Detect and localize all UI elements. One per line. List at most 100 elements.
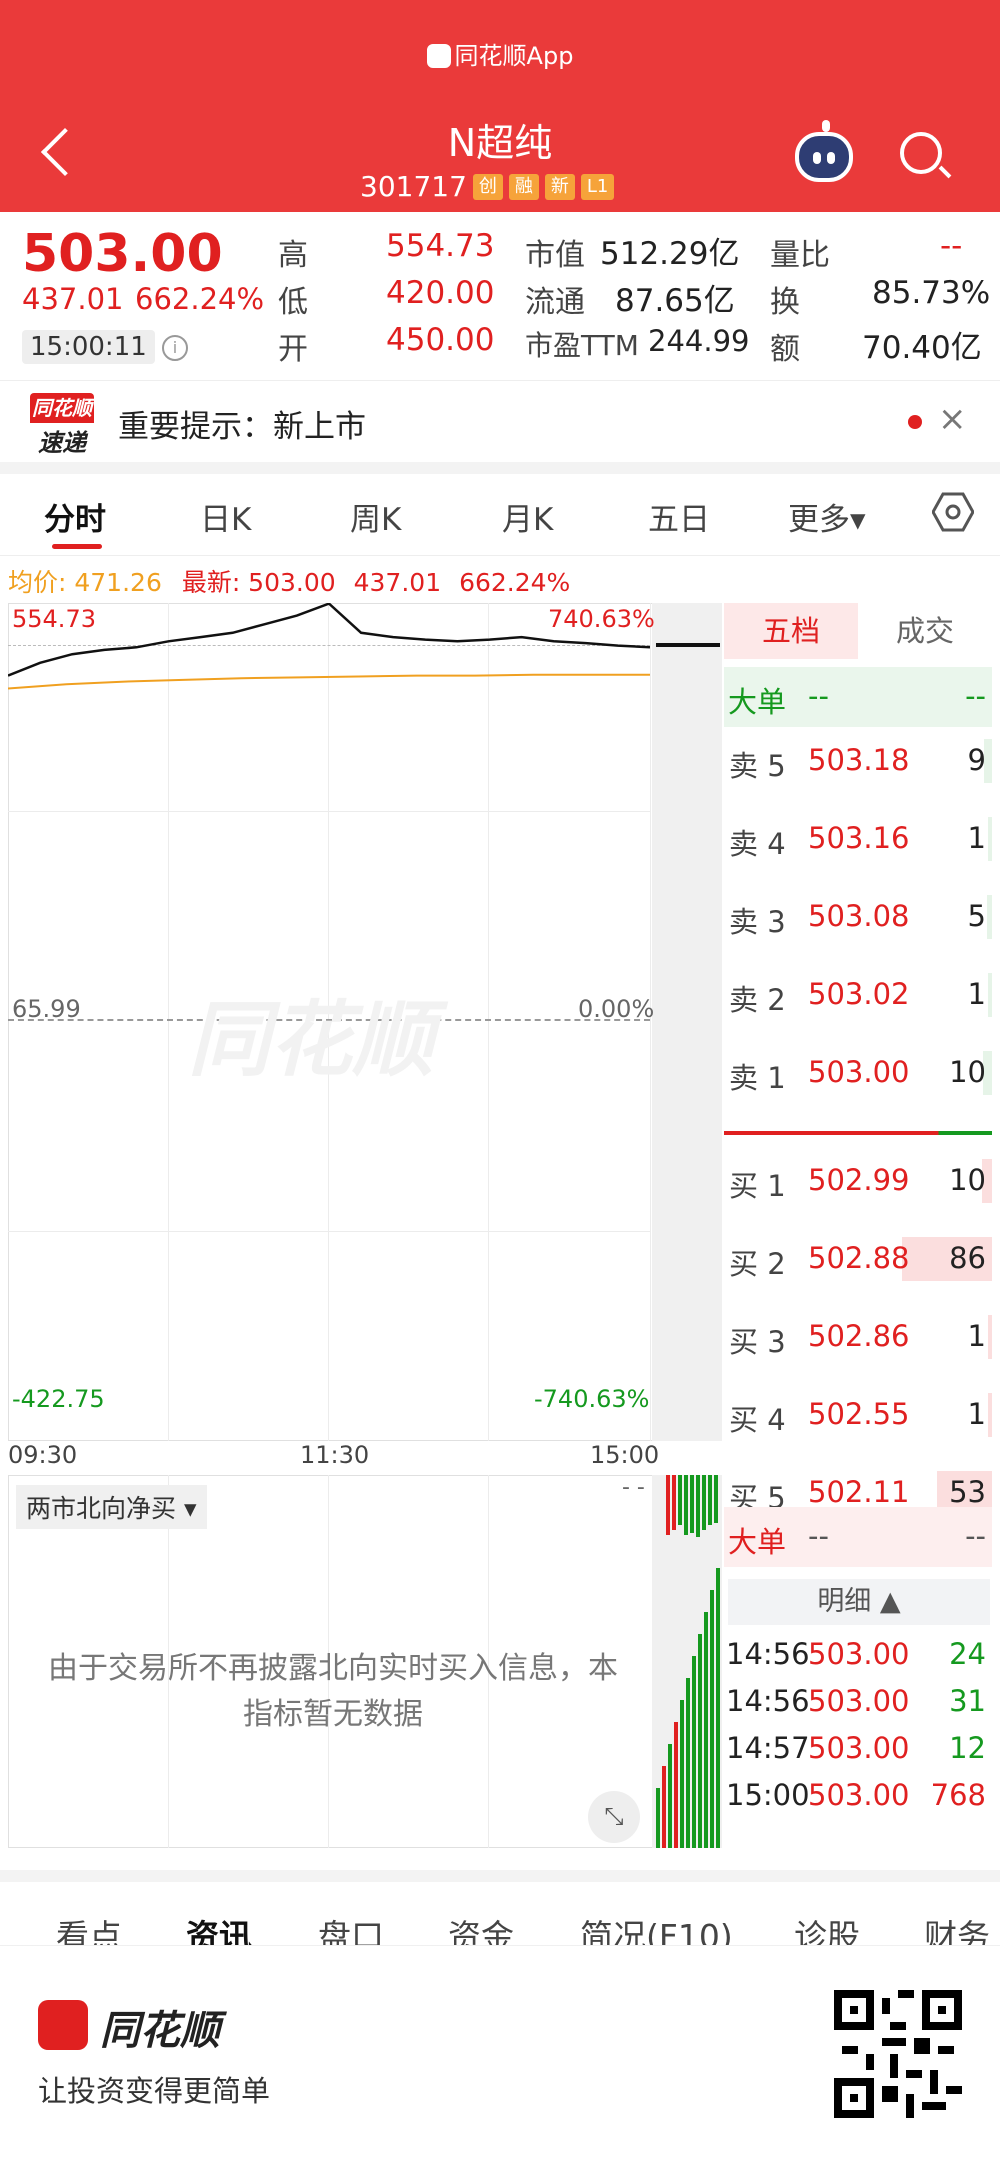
tab-intraday[interactable]: 分时 bbox=[44, 494, 106, 539]
bid-row[interactable]: 买 3 502.86 1 bbox=[724, 1307, 992, 1367]
bid-volume: 1 bbox=[967, 1397, 986, 1431]
volume-bar-top bbox=[684, 1475, 688, 1535]
volume-bar bbox=[988, 817, 992, 861]
bid-row[interactable]: 买 2 502.88 86 bbox=[724, 1229, 992, 1289]
tab-five-day[interactable]: 五日 bbox=[648, 494, 710, 539]
volume-bar-top bbox=[714, 1475, 718, 1523]
bid-row[interactable]: 买 1 502.99 10 bbox=[724, 1151, 992, 1211]
info-icon[interactable]: i bbox=[162, 335, 188, 361]
chart-summary: 均价: 471.26 最新: 503.00 437.01 662.24% bbox=[8, 563, 570, 599]
price-change: 437.01 bbox=[22, 282, 124, 316]
high-label: 高 bbox=[278, 238, 308, 273]
tab-indicator bbox=[52, 544, 102, 549]
tag-rong: 融 bbox=[508, 173, 539, 200]
detail-toggle[interactable]: 明细 ▲ bbox=[728, 1579, 990, 1625]
tab-trades[interactable]: 成交 bbox=[858, 603, 992, 659]
ask-price: 503.00 bbox=[808, 1055, 910, 1089]
latest-change-pct: 662.24% bbox=[459, 568, 571, 597]
low-value: 420.00 bbox=[386, 275, 495, 311]
ths-app-icon bbox=[38, 2000, 88, 2050]
bid-label: 买 4 bbox=[729, 1403, 786, 1437]
price-line-chart bbox=[8, 603, 650, 690]
ask-label: 卖 1 bbox=[729, 1061, 786, 1095]
trade-price: 503.00 bbox=[808, 1684, 910, 1718]
avg-price-line bbox=[8, 673, 650, 690]
bid-label: 买 3 bbox=[729, 1325, 786, 1359]
ask-volume: 5 bbox=[967, 899, 986, 933]
turnover-value: 85.73% bbox=[872, 275, 991, 311]
trade-row: 14:57 503.00 12 bbox=[724, 1729, 992, 1773]
stock-code-line: 301717 创 融 新 L1 bbox=[360, 170, 615, 203]
volume-bar-top bbox=[666, 1475, 670, 1535]
indicator-selector[interactable]: 两市北向净买 ▾ bbox=[16, 1485, 207, 1529]
ask-row[interactable]: 卖 3 503.08 5 bbox=[724, 887, 992, 947]
after-hours-area bbox=[652, 603, 722, 1441]
after-hours-price bbox=[656, 643, 720, 647]
trade-row: 14:56 503.00 31 bbox=[724, 1682, 992, 1726]
stock-code: 301717 bbox=[360, 170, 467, 203]
amount-value: 70.40亿 bbox=[862, 330, 982, 366]
indicator-message-1: 由于交易所不再披露北向实时买入信息，本 bbox=[48, 1651, 618, 1686]
y-bottom-label: -422.75 bbox=[12, 1385, 105, 1413]
footer-slogan: 让投资变得更简单 bbox=[38, 2074, 271, 2108]
intraday-chart[interactable]: 同花顺 554.73 740.63% 65.99 0.00% -422.75 -… bbox=[8, 603, 722, 1848]
y-mid-label: 65.99 bbox=[12, 995, 81, 1023]
ask-row[interactable]: 卖 5 503.18 9 bbox=[724, 731, 992, 791]
divider bbox=[0, 1870, 1000, 1882]
volume-bar-bottom bbox=[716, 1568, 720, 1848]
bid-row[interactable]: 买 4 502.55 1 bbox=[724, 1385, 992, 1445]
bid-volume: 53 bbox=[949, 1475, 986, 1509]
volume-bar-top bbox=[690, 1475, 694, 1533]
trade-time: 14:56 bbox=[726, 1684, 810, 1718]
tab-daily-k[interactable]: 日K bbox=[200, 494, 251, 539]
volume-bar-bottom bbox=[680, 1700, 684, 1848]
info-tabs: 看点 资讯 盘口 资金 简况(F10) 诊股 财务 bbox=[0, 1882, 1000, 1952]
app-banner[interactable]: 同花顺App bbox=[0, 36, 1000, 71]
volume-bar-bottom bbox=[692, 1656, 696, 1848]
bid-label: 买 1 bbox=[729, 1169, 786, 1203]
ask-row[interactable]: 卖 2 503.02 1 bbox=[724, 965, 992, 1025]
expand-icon[interactable]: ⤡ bbox=[588, 1791, 640, 1843]
volume-bar-top bbox=[702, 1475, 706, 1530]
settings-icon[interactable] bbox=[932, 492, 974, 532]
tab-more[interactable]: 更多▾ bbox=[788, 494, 866, 539]
ask-volume: 1 bbox=[967, 821, 986, 855]
volume-bar-top bbox=[708, 1475, 712, 1525]
quote-time: 15:00:11 bbox=[22, 330, 155, 364]
close-icon[interactable]: × bbox=[938, 399, 967, 439]
news-logo-top: 同花顺 bbox=[30, 393, 94, 423]
trade-volume: 12 bbox=[949, 1731, 986, 1765]
unread-dot-icon bbox=[908, 415, 922, 429]
quote-panel: 503.00 437.01 662.24% 15:00:11 i 高 554.7… bbox=[0, 212, 1000, 377]
pct-top-label: 740.63% bbox=[548, 605, 655, 633]
search-icon[interactable] bbox=[900, 132, 942, 174]
trade-row: 14:56 503.00 24 bbox=[724, 1635, 992, 1679]
trade-volume: 31 bbox=[949, 1684, 986, 1718]
big-order-buy: 大单 -- -- bbox=[724, 1507, 992, 1567]
indicator-dash: - - bbox=[622, 1475, 645, 1500]
notice-bar[interactable]: 同花顺 速递 重要提示：新上市 × bbox=[0, 380, 1000, 462]
trade-price: 503.00 bbox=[808, 1778, 910, 1812]
tag-l1: L1 bbox=[580, 173, 615, 200]
ask-row[interactable]: 卖 1 503.00 10 bbox=[724, 1043, 992, 1103]
news-logo-bottom: 速递 bbox=[38, 429, 86, 457]
tab-five-levels[interactable]: 五档 bbox=[724, 603, 858, 659]
open-label: 开 bbox=[278, 332, 308, 367]
volume-bar bbox=[988, 1315, 992, 1359]
robot-assistant-icon[interactable] bbox=[795, 120, 853, 182]
latest-change: 437.01 bbox=[353, 568, 442, 597]
price-change-pct: 662.24% bbox=[135, 282, 265, 316]
float-label: 流通 bbox=[525, 285, 585, 320]
mktcap-value: 512.29亿 bbox=[600, 236, 740, 272]
tab-monthly-k[interactable]: 月K bbox=[502, 494, 553, 539]
ask-label: 卖 4 bbox=[729, 827, 786, 861]
bid-volume: 1 bbox=[967, 1319, 986, 1353]
volume-bar-bottom bbox=[698, 1634, 702, 1848]
ask-row[interactable]: 卖 4 503.16 1 bbox=[724, 809, 992, 869]
footer-brand: 同花顺 bbox=[100, 2008, 220, 2054]
bid-label: 买 2 bbox=[729, 1247, 786, 1281]
volume-bar-bottom bbox=[656, 1788, 660, 1848]
ask-price: 503.18 bbox=[808, 743, 910, 777]
time-label-mid: 11:30 bbox=[300, 1441, 370, 1469]
tab-weekly-k[interactable]: 周K bbox=[350, 494, 401, 539]
